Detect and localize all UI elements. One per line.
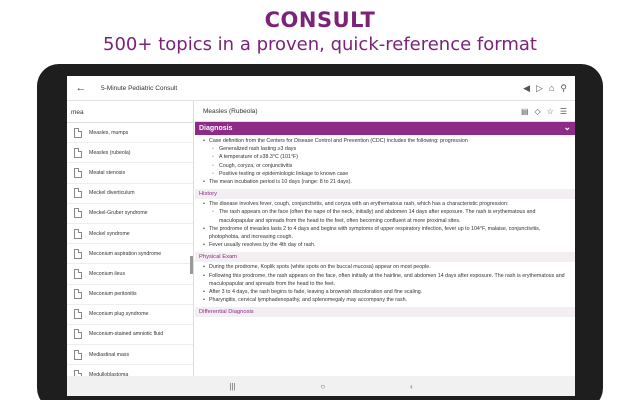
next-arrow-icon[interactable]: ▷ (536, 83, 543, 94)
document-icon (74, 248, 82, 259)
list-item: Positive testing or epidemiologic linkag… (203, 170, 567, 178)
topic-label: Meatal stenosis (89, 169, 126, 176)
list-item: A temperature of ≥38.3°C (101°F) (203, 153, 567, 161)
document-icon (74, 167, 82, 178)
differential-diagnosis-header[interactable]: Differential Diagnosis (195, 307, 575, 318)
document-icon (74, 329, 82, 340)
sidebar-scrollbar[interactable] (190, 256, 193, 274)
document-icon (74, 127, 82, 138)
recents-icon[interactable]: ||| (229, 382, 235, 391)
topic-list-item[interactable]: Medulloblastoma (67, 365, 193, 376)
topic-content: Measles (Rubeola) ▤ ◇ ☆ ☰ Diagnosis ⌄ Ca… (195, 101, 575, 376)
document-icon (74, 228, 82, 239)
topic-list-item[interactable]: Meconium ileus (67, 264, 193, 285)
content-tools: ▤ ◇ ☆ ☰ (521, 107, 575, 116)
topic-list-item[interactable]: Meconium aspiration syndrome (67, 244, 193, 265)
home-icon[interactable]: ⌂ (549, 83, 554, 93)
back-button-icon[interactable]: ‹ (410, 382, 413, 391)
topic-label: Meconium ileus (89, 270, 126, 277)
document-icon (74, 147, 82, 158)
history-header[interactable]: History (195, 189, 575, 200)
app-title: 5-Minute Pediatric Consult (101, 84, 178, 92)
topic-label: Meconium-stained amniotic fluid (89, 331, 164, 338)
topic-sidebar: Measles, mumps Measles (rubeola) Meatal st… (67, 101, 194, 376)
list-item: The mean incubation period is 10 days (r… (203, 178, 567, 186)
document-icon (74, 188, 82, 199)
system-nav-bar: ||| ○ ‹ (67, 376, 575, 396)
list-item: The rash appears on the face (often the … (203, 208, 567, 224)
document-icon (74, 349, 82, 360)
topic-list: Measles, mumps Measles (rubeola) Meatal st… (67, 123, 193, 376)
topic-title: Measles (Rubeola) (203, 107, 258, 115)
content-body: Case definition from the Centers for Dis… (195, 135, 575, 318)
back-arrow-icon[interactable]: ← (67, 82, 95, 94)
list-item: Generalized rash lasting ≥3 days (203, 145, 567, 153)
document-icon (74, 268, 82, 279)
topic-label: Meckel diverticulum (89, 190, 135, 197)
promo-title: CONSULT (264, 8, 376, 32)
list-item: Following this prodrome, the rash appear… (203, 272, 567, 288)
list-item: The prodrome of measles lasts 2 to 4 day… (203, 225, 567, 241)
app-bar: ← 5-Minute Pediatric Consult ◀ ▷ ⌂ ⚲ (67, 76, 575, 101)
menu-icon[interactable]: ☰ (560, 107, 567, 116)
list-item: After 3 to 4 days, the rash begins to fa… (203, 288, 567, 296)
list-item: Cough, coryza, or conjunctivitis (203, 162, 567, 170)
topic-list-item[interactable]: Meckel syndrome (67, 224, 193, 245)
topic-label: Mediastinal mass (89, 351, 130, 358)
chevron-down-icon[interactable]: ⌄ (563, 122, 571, 133)
topic-list-item[interactable]: Meckel diverticulum (67, 184, 193, 204)
promo-subtitle: 500+ topics in a proven, quick-reference… (103, 34, 537, 55)
star-icon[interactable]: ☆ (547, 107, 554, 116)
topic-label: Meconium plug syndrome (89, 311, 149, 318)
topic-list-item[interactable]: Meconium-stained amniotic fluid (67, 325, 193, 346)
diagnosis-header-label: Diagnosis (199, 125, 233, 132)
appbar-actions: ◀ ▷ ⌂ ⚲ (523, 83, 575, 94)
list-item: Case definition from the Centers for Dis… (203, 137, 567, 145)
list-item: Fever usually resolves by the 4th day of… (203, 241, 567, 249)
topic-search-input[interactable] (67, 103, 193, 123)
document-icon (74, 309, 82, 320)
tag-icon[interactable]: ◇ (535, 107, 541, 116)
topic-label: Measles, mumps (89, 129, 129, 136)
topic-list-item[interactable]: Meconium plug syndrome (67, 305, 193, 325)
tablet-frame: ← 5-Minute Pediatric Consult ◀ ▷ ⌂ ⚲ Mea… (37, 64, 603, 400)
topic-list-item[interactable]: Mediastinal mass (67, 345, 193, 366)
home-button-icon[interactable]: ○ (320, 382, 325, 391)
document-icon (74, 289, 82, 300)
prev-arrow-icon[interactable]: ◀ (523, 83, 530, 94)
search-icon[interactable]: ⚲ (560, 83, 567, 94)
content-header: Measles (Rubeola) ▤ ◇ ☆ ☰ (195, 101, 575, 122)
physical-exam-header[interactable]: Physical Exam (195, 252, 575, 263)
topic-label: Meckel syndrome (89, 230, 130, 237)
diagnosis-header[interactable]: Diagnosis ⌄ (195, 122, 575, 135)
topic-label: Meconium aspiration syndrome (89, 250, 162, 257)
topic-list-item[interactable]: Meckel-Gruber syndrome (67, 204, 193, 224)
topic-list-item[interactable]: Meatal stenosis (67, 163, 193, 184)
topic-label: Meckel-Gruber syndrome (89, 210, 148, 217)
list-item: During the prodrome, Koplik spots (white… (203, 263, 567, 271)
topic-list-item[interactable]: Measles (rubeola) (67, 143, 193, 164)
topic-label: Meconium peritonitis (89, 291, 137, 298)
topic-list-item[interactable]: Meconium peritonitis (67, 285, 193, 305)
list-item: The disease involves fever, cough, conju… (203, 200, 567, 208)
notes-icon[interactable]: ▤ (521, 107, 529, 116)
document-icon (74, 208, 82, 219)
screen: ← 5-Minute Pediatric Consult ◀ ▷ ⌂ ⚲ Mea… (67, 76, 575, 396)
list-item: Pharyngitis, cervical lymphadenopathy, a… (203, 296, 567, 304)
topic-list-item[interactable]: Measles, mumps (67, 123, 193, 144)
topic-label: Measles (rubeola) (89, 149, 131, 156)
